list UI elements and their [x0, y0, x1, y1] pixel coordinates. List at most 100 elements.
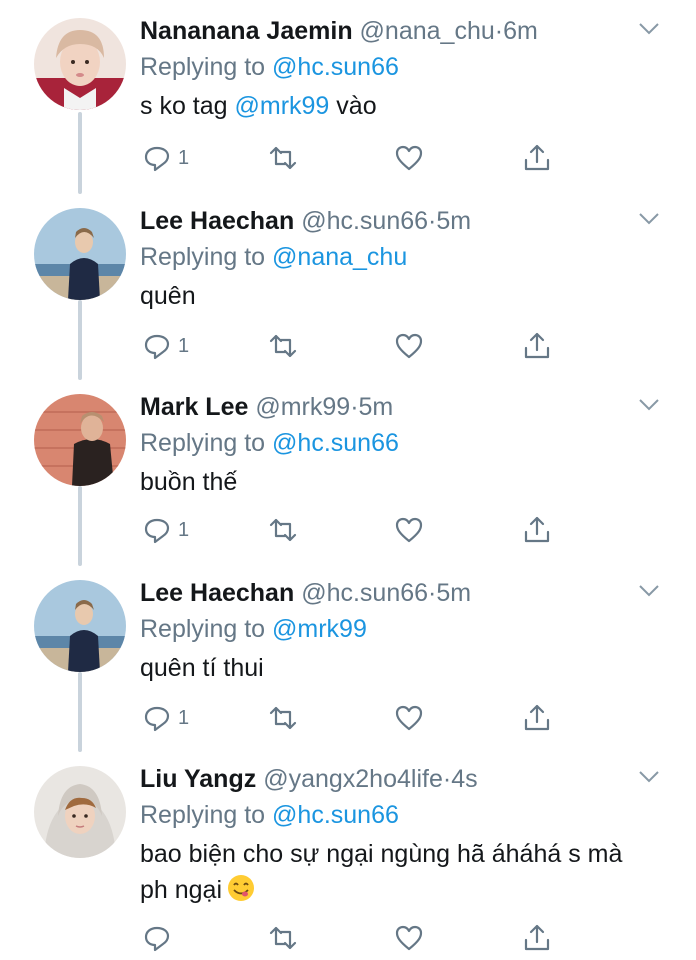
share-button[interactable]: [522, 514, 552, 546]
user-handle[interactable]: @yangx2ho4life: [263, 765, 443, 793]
share-button[interactable]: [522, 142, 552, 174]
like-button[interactable]: [394, 922, 424, 954]
retweet-icon: [269, 926, 297, 950]
reply-thread: Nananana Jaemin @nana_chu·6m Replying to…: [0, 0, 696, 960]
retweet-button[interactable]: [268, 142, 298, 174]
separator-dot: ·: [350, 393, 359, 421]
display-name[interactable]: Lee Haechan: [140, 579, 294, 607]
timestamp[interactable]: 5m: [436, 207, 471, 235]
chevron-down-icon[interactable]: [638, 770, 660, 784]
reply-mention-link[interactable]: @hc.sun66: [272, 53, 399, 81]
tweet-text-part: vào: [329, 92, 377, 120]
share-icon: [524, 332, 550, 359]
display-name[interactable]: Mark Lee: [140, 393, 248, 421]
tweet[interactable]: Lee Haechan @hc.sun66·5m Replying to @na…: [0, 190, 696, 376]
like-button[interactable]: [394, 330, 424, 362]
replying-to-label: Replying to: [140, 615, 266, 643]
retweet-button[interactable]: [268, 514, 298, 546]
heart-icon: [395, 333, 423, 359]
reply-button[interactable]: 1: [142, 142, 189, 174]
heart-icon: [395, 705, 423, 731]
reply-mention-link[interactable]: @mrk99: [272, 615, 367, 643]
share-icon: [524, 516, 550, 543]
reply-mention-link[interactable]: @hc.sun66: [272, 801, 399, 829]
tweet[interactable]: Liu Yangz @yangx2ho4life·4s Replying to …: [0, 748, 696, 960]
reply-icon: [144, 518, 170, 544]
reply-mention-link[interactable]: @hc.sun66: [272, 429, 399, 457]
tweet-text: quên tí thui: [140, 654, 264, 682]
reply-icon: [144, 334, 170, 360]
reply-icon: [144, 146, 170, 172]
tweet-text-line: bao biện cho sự ngại ngùng hã áháhá s mà: [140, 840, 623, 868]
display-name[interactable]: Liu Yangz: [140, 765, 256, 793]
display-name[interactable]: Lee Haechan: [140, 207, 294, 235]
reply-icon: [144, 706, 170, 732]
face-savoring-food-emoji: [228, 875, 255, 901]
tweet-text: quên: [140, 282, 196, 310]
retweet-button[interactable]: [268, 702, 298, 734]
reply-mention-link[interactable]: @nana_chu: [272, 243, 407, 271]
tweet-text: s ko tag @mrk99 vào: [140, 88, 666, 124]
retweet-button[interactable]: [268, 330, 298, 362]
share-icon: [524, 704, 550, 731]
retweet-icon: [269, 518, 297, 542]
avatar[interactable]: [34, 394, 126, 486]
tweet[interactable]: Lee Haechan @hc.sun66·5m Replying to @mr…: [0, 562, 696, 748]
share-icon: [524, 144, 550, 171]
reply-icon: [144, 926, 170, 952]
share-button[interactable]: [522, 922, 552, 954]
share-icon: [524, 924, 550, 951]
timestamp[interactable]: 4s: [451, 765, 477, 793]
reply-count: 1: [178, 518, 190, 541]
avatar[interactable]: [34, 208, 126, 300]
tweet-text-part: s ko tag: [140, 92, 235, 120]
share-button[interactable]: [522, 702, 552, 734]
reply-count: 1: [178, 706, 190, 729]
chevron-down-icon[interactable]: [638, 22, 660, 36]
replying-to-label: Replying to: [140, 801, 266, 829]
heart-icon: [395, 145, 423, 171]
reply-button[interactable]: 1: [142, 330, 189, 362]
tweet[interactable]: Mark Lee @mrk99·5m Replying to @hc.sun66…: [0, 376, 696, 562]
replying-to-label: Replying to: [140, 53, 266, 81]
retweet-icon: [269, 146, 297, 170]
chevron-down-icon[interactable]: [638, 584, 660, 598]
action-bar: 1: [142, 142, 562, 174]
tweet-text-line-2: ph ngại: [140, 872, 666, 908]
retweet-icon: [269, 706, 297, 730]
action-bar: 1: [142, 514, 562, 546]
tweet[interactable]: Nananana Jaemin @nana_chu·6m Replying to…: [0, 0, 696, 190]
tweet-text: bao biện cho sự ngại ngùng hã áháhá s mà…: [140, 836, 666, 908]
reply-button[interactable]: 1: [142, 702, 189, 734]
heart-icon: [395, 925, 423, 951]
chevron-down-icon[interactable]: [638, 212, 660, 226]
user-handle[interactable]: @mrk99: [255, 393, 350, 421]
like-button[interactable]: [394, 514, 424, 546]
avatar[interactable]: [34, 580, 126, 672]
chevron-down-icon[interactable]: [638, 398, 660, 412]
retweet-button[interactable]: [268, 922, 298, 954]
action-bar: [142, 922, 562, 954]
tweet-text-part: ph ngại: [140, 876, 223, 904]
reply-button[interactable]: 1: [142, 514, 189, 546]
replying-to-label: Replying to: [140, 429, 266, 457]
user-handle[interactable]: @hc.sun66: [301, 579, 428, 607]
mention-link[interactable]: @mrk99: [235, 92, 330, 120]
reply-button[interactable]: [142, 922, 178, 954]
separator-dot: ·: [442, 765, 452, 793]
like-button[interactable]: [394, 142, 424, 174]
avatar[interactable]: [34, 18, 126, 110]
like-button[interactable]: [394, 702, 424, 734]
avatar[interactable]: [34, 766, 126, 858]
heart-icon: [395, 517, 423, 543]
user-handle[interactable]: @nana_chu: [360, 17, 495, 45]
display-name[interactable]: Nananana Jaemin: [140, 17, 353, 45]
user-handle[interactable]: @hc.sun66: [301, 207, 428, 235]
timestamp[interactable]: 5m: [436, 579, 471, 607]
separator-dot: ·: [494, 17, 504, 45]
timestamp[interactable]: 5m: [359, 393, 394, 421]
reply-count: 1: [178, 334, 190, 357]
share-button[interactable]: [522, 330, 552, 362]
timestamp[interactable]: 6m: [503, 17, 538, 45]
action-bar: 1: [142, 702, 562, 734]
